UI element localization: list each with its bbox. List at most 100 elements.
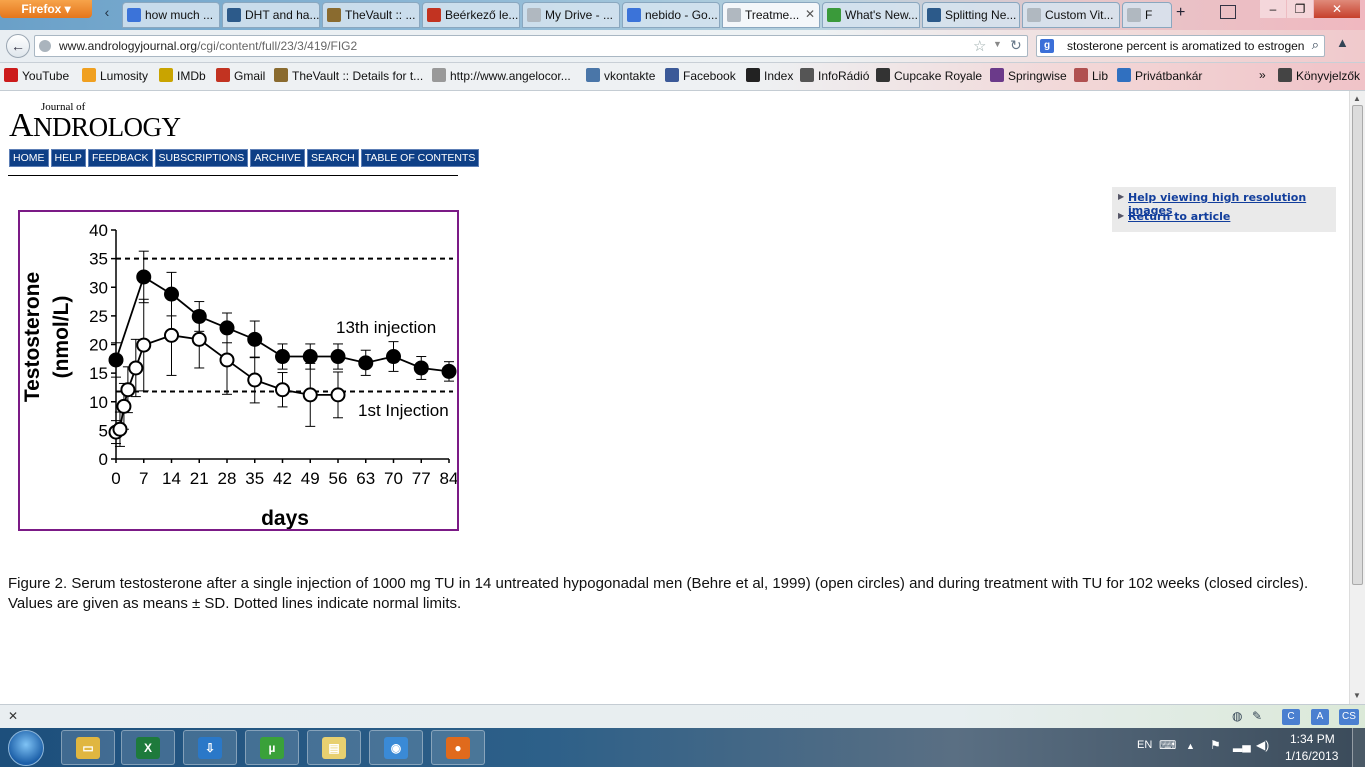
close-tab-icon[interactable]: ✕ — [805, 7, 815, 21]
tab-list-icon[interactable] — [1220, 5, 1236, 19]
search-bar[interactable]: g stosterone percent is aromatized to es… — [1036, 35, 1325, 57]
addon-c-button[interactable]: C — [1282, 709, 1300, 725]
maximize-button[interactable]: ❐ — [1287, 0, 1313, 18]
start-button[interactable] — [8, 730, 44, 766]
scroll-thumb[interactable] — [1352, 105, 1363, 585]
bookmark-item[interactable]: http://www.angelocor... — [432, 68, 571, 83]
tab-scroll-left-icon[interactable]: ‹ — [98, 4, 116, 24]
nav-link-feedback[interactable]: FEEDBACK — [87, 149, 153, 167]
bookmark-item[interactable]: InfoRádió — [800, 68, 869, 83]
lib-icon — [1074, 68, 1088, 82]
bookmark-label: Könyvjelzők — [1296, 69, 1361, 83]
bookmark-item[interactable]: Index — [746, 68, 793, 83]
addon-a-button[interactable]: A — [1311, 709, 1329, 725]
bookmark-item[interactable]: Gmail — [216, 68, 265, 83]
url-bar[interactable]: www.andrologyjournal.org/cgi/content/ful… — [34, 35, 1028, 57]
bookmark-item[interactable]: Springwise — [990, 68, 1067, 83]
action-center-flag-icon[interactable]: ⚑ — [1210, 738, 1221, 752]
bookmark-label: Privátbankár — [1135, 69, 1203, 83]
taskbar-app-app-blue[interactable]: ⇩ — [183, 730, 237, 765]
show-desktop-button[interactable] — [1352, 728, 1365, 767]
nav-link-archive[interactable]: ARCHIVE — [250, 149, 305, 167]
show-hidden-icons-icon[interactable]: ▲ — [1186, 741, 1195, 751]
taskbar-app-utorrent[interactable]: µ — [245, 730, 299, 765]
scroll-up-icon[interactable]: ▲ — [1353, 94, 1361, 103]
return-to-article-link[interactable]: Return to article — [1128, 210, 1230, 223]
site-identity-icon[interactable] — [39, 40, 51, 52]
bookmark-item[interactable]: YouTube — [4, 68, 69, 83]
globe-icon[interactable]: ◍ — [1232, 709, 1242, 723]
tab[interactable]: Beérkező le... — [422, 2, 520, 28]
vertical-scrollbar[interactable]: ▲ ▼ — [1349, 91, 1365, 704]
bookmark-item[interactable]: Cupcake Royale — [876, 68, 982, 83]
addon-cs-button[interactable]: CS — [1339, 709, 1359, 725]
tab[interactable]: What's New... — [822, 2, 920, 28]
reload-icon[interactable]: ↻ — [1010, 37, 1022, 54]
tab[interactable]: Treatme... ✕ — [722, 2, 820, 28]
bookmark-item[interactable]: Privátbankár — [1117, 68, 1202, 83]
keyboard-icon[interactable]: ⌨ — [1159, 738, 1176, 752]
taskbar-app-explorer[interactable]: ▭ — [61, 730, 115, 765]
close-icon[interactable]: ✕ — [8, 709, 18, 723]
new-tab-icon[interactable]: + — [1176, 4, 1185, 22]
taskbar-app-excel[interactable]: X — [121, 730, 175, 765]
home-icon[interactable]: ▲ — [1336, 35, 1349, 50]
tab[interactable]: Custom Vit... — [1022, 2, 1120, 28]
bookmarks-menu-icon — [1278, 68, 1292, 82]
nav-link-subscriptions[interactable]: SUBSCRIPTIONS — [154, 149, 249, 167]
network-icon[interactable]: ▂▄ — [1233, 738, 1251, 752]
bookmark-item[interactable]: vkontakte — [586, 68, 655, 83]
y-tick-label: 40 — [89, 221, 108, 240]
language-indicator[interactable]: EN — [1137, 739, 1152, 751]
nav-link-search[interactable]: SEARCH — [307, 149, 359, 167]
bookmark-label: vkontakte — [604, 69, 656, 83]
firefox-menu-button[interactable]: Firefox ▾ — [0, 0, 92, 18]
tab[interactable]: TheVault :: ... — [322, 2, 420, 28]
bookmark-item[interactable]: Facebook — [665, 68, 736, 83]
x-axis-label: days — [261, 507, 309, 529]
x-tick-label: 56 — [329, 469, 348, 488]
back-button[interactable]: ← — [6, 34, 30, 58]
bookmark-item[interactable]: TheVault :: Details for t... — [274, 68, 423, 83]
search-input[interactable]: stosterone percent is aromatized to estr… — [1067, 39, 1304, 53]
tab[interactable]: F — [1122, 2, 1172, 28]
taskbar-app-dbs[interactable]: ◉ — [369, 730, 423, 765]
url-dropdown-icon[interactable]: ▼ — [993, 39, 1002, 49]
lumosity-icon — [82, 68, 96, 82]
bookmark-item[interactable]: Lumosity — [82, 68, 148, 83]
nav-link-table-of-contents[interactable]: TABLE OF CONTENTS — [360, 149, 480, 167]
tab[interactable]: My Drive - ... — [522, 2, 620, 28]
page-icon — [432, 68, 446, 82]
bookmark-label: Index — [764, 69, 794, 83]
page-icon — [1027, 8, 1041, 22]
bookmark-icon — [227, 8, 241, 22]
pen-icon[interactable]: ✎ — [1252, 709, 1262, 723]
nav-link-help[interactable]: HELP — [50, 149, 86, 167]
bookmark-star-icon[interactable]: ☆ — [973, 37, 986, 55]
scroll-down-icon[interactable]: ▼ — [1353, 691, 1361, 700]
google-search-engine-icon[interactable]: g — [1040, 39, 1054, 53]
nav-link-home[interactable]: HOME — [9, 149, 49, 167]
volume-icon[interactable]: ◀) — [1256, 738, 1269, 752]
bookmark-item[interactable]: IMDb — [159, 68, 206, 83]
tab[interactable]: Splitting Ne... — [922, 2, 1020, 28]
minimize-button[interactable]: – — [1260, 0, 1286, 18]
bookmark-item[interactable]: » — [1259, 68, 1266, 82]
docs-icon — [627, 8, 641, 22]
x-tick-label: 14 — [162, 469, 181, 488]
journal-logo[interactable]: Journal of ANDROLOGY — [9, 101, 219, 144]
taskbar-app-firefox[interactable]: ● — [431, 730, 485, 765]
bookmark-item[interactable]: Lib — [1074, 68, 1108, 83]
close-window-button[interactable]: ✕ — [1314, 0, 1360, 18]
green-icon — [827, 8, 841, 22]
tab[interactable]: how much ... — [122, 2, 220, 28]
tab[interactable]: nebido - Go... — [622, 2, 720, 28]
clock-time[interactable]: 1:34 PM — [1290, 732, 1335, 746]
tab-bar: Firefox ▾ ‹ how much ... DHT and ha... The… — [0, 0, 1365, 30]
taskbar-app-notes[interactable]: ▤ — [307, 730, 361, 765]
clock-date[interactable]: 1/16/2013 — [1285, 749, 1338, 763]
tab[interactable]: DHT and ha... — [222, 2, 320, 28]
search-icon[interactable]: ⌕ — [1312, 37, 1319, 53]
bookmark-item[interactable]: Könyvjelzők — [1278, 68, 1360, 83]
tab-label: DHT and ha... — [245, 8, 320, 22]
